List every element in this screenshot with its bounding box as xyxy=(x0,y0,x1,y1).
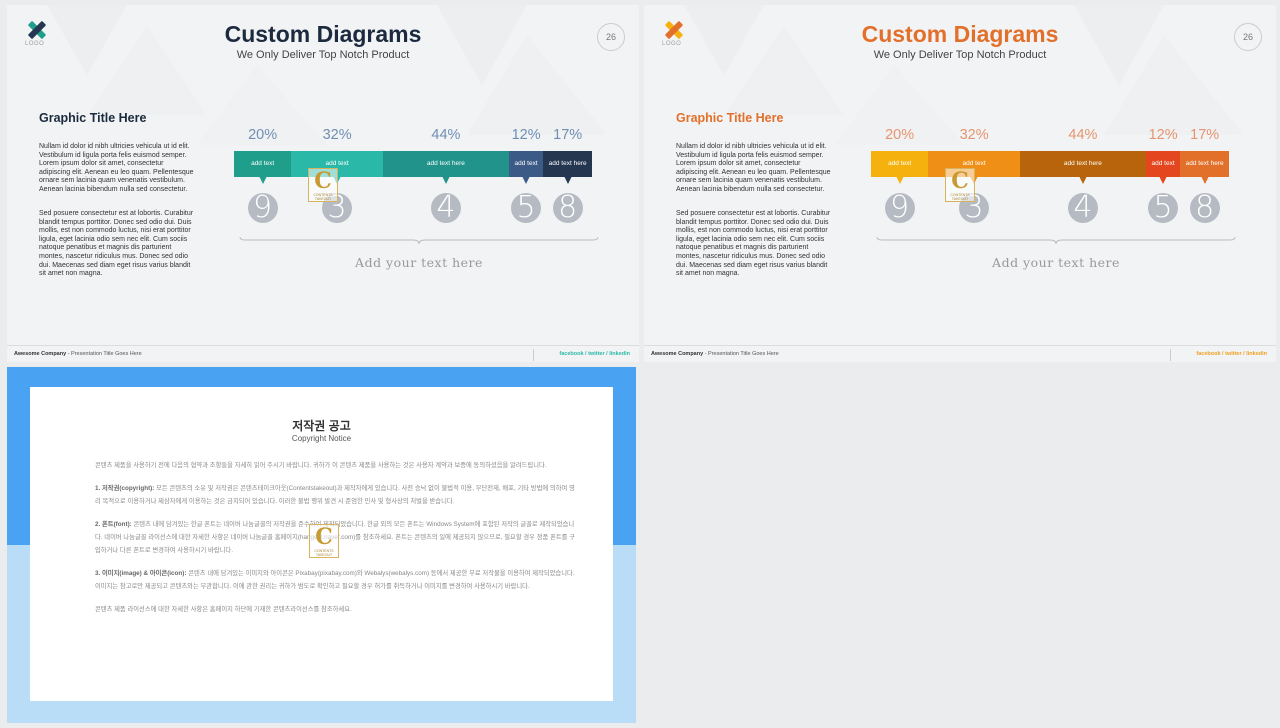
footer-company: Awesome Company - Presentation Title Goe… xyxy=(14,351,142,357)
copyright-para-1: 1. 저작권(copyright): 모든 콘텐츠의 소유 및 저작권은 콘텐츠… xyxy=(95,485,575,505)
graphic-title: Graphic Title Here xyxy=(39,111,147,125)
segment-4[interactable]: add text xyxy=(1145,151,1181,184)
watermark-text: CONTENTS TAKEOUT xyxy=(950,193,970,201)
segment-3[interactable]: add text here xyxy=(1019,151,1146,184)
segment-percent: 32% xyxy=(959,127,989,143)
segment-percent: 32% xyxy=(322,127,352,143)
footer-divider xyxy=(1170,349,1171,361)
percent-bar: add text add text add text here add text add… xyxy=(234,151,592,184)
segment-percent: 17% xyxy=(1190,127,1220,143)
segment-pointer xyxy=(258,176,267,184)
page-number: 26 xyxy=(597,23,625,51)
segment-label: add text here xyxy=(1185,160,1224,167)
watermark-letter: C xyxy=(314,168,332,194)
segment-1[interactable]: add text xyxy=(234,151,292,184)
add-your-text[interactable]: Add your text here xyxy=(876,255,1236,270)
twitter-link[interactable]: twitter xyxy=(1225,351,1242,357)
body-paragraph-1: Nullam id dolor id nibh ultricies vehicu… xyxy=(676,143,831,193)
segment-pointer xyxy=(895,176,904,184)
watermark-text: CONTENTS TAKEOUT xyxy=(313,193,333,201)
segment-label: add text xyxy=(251,160,275,167)
segment-label: add text here xyxy=(1063,160,1102,167)
segment-1[interactable]: add text xyxy=(871,151,929,184)
segment-percent: 20% xyxy=(885,127,915,143)
segment-pointer xyxy=(1200,176,1209,184)
segment-label: add text here xyxy=(548,160,587,167)
copyright-title: 저작권 공고 xyxy=(292,419,351,433)
copyright-outro: 콘텐츠 제품 라이선스에 대한 자세한 사항은 홈페이지 하단에 기재한 콘텐츠… xyxy=(95,606,352,613)
segment-label: add text here xyxy=(426,160,465,167)
segment-percent: 44% xyxy=(431,127,461,143)
segment-3[interactable]: add text here xyxy=(382,151,509,184)
linkedin-link[interactable]: linkedin xyxy=(609,351,630,357)
watermark-logo: C CONTENTS TAKEOUT xyxy=(308,168,338,202)
number-circle: 8 xyxy=(1189,193,1220,223)
slide-title: Custom Diagrams xyxy=(861,21,1059,47)
footer-divider xyxy=(533,349,534,361)
copyright-intro: 콘텐츠 제품을 사용하기 전에 다음의 협약과 조항들을 자세히 읽어 주시기 … xyxy=(95,462,547,469)
footer-social-links: facebook / twitter / linkedin xyxy=(559,351,630,357)
segment-percent: 44% xyxy=(1068,127,1098,143)
watermark-text: CONTENTS TAKEOUT xyxy=(314,549,334,557)
body-paragraph-1: Nullam id dolor id nibh ultricies vehicu… xyxy=(39,143,194,193)
linkedin-link[interactable]: linkedin xyxy=(1246,351,1267,357)
number-circle: 5 xyxy=(1148,193,1179,223)
slide-title: Custom Diagrams xyxy=(224,21,422,47)
facebook-link[interactable]: facebook xyxy=(1196,351,1220,357)
segment-label: add text xyxy=(1151,160,1175,167)
segment-4[interactable]: add text xyxy=(508,151,544,184)
copyright-para-3: 3. 이미지(image) & 아이콘(icon): 콘텐츠 내에 담겨있는 이… xyxy=(95,570,575,590)
watermark-logo: C CONTENTS TAKEOUT xyxy=(309,524,339,558)
segment-5[interactable]: add text here xyxy=(1180,151,1229,184)
segment-pointer xyxy=(522,176,531,184)
slide-footer: Awesome Company - Presentation Title Goe… xyxy=(644,345,1276,362)
graphic-title: Graphic Title Here xyxy=(676,111,784,125)
segment-pointer xyxy=(1159,176,1168,184)
bracket-line xyxy=(239,237,599,245)
slide-orange-theme[interactable]: LOGO Custom Diagrams We Only Deliver Top N… xyxy=(644,5,1276,362)
body-paragraph-2: Sed posuere consectetur est at lobortis.… xyxy=(676,210,831,278)
segment-label: add text xyxy=(514,160,538,167)
number-circle: 5 xyxy=(511,193,542,223)
segment-label: add text xyxy=(325,160,349,167)
number-circle: 9 xyxy=(884,193,915,223)
facebook-link[interactable]: facebook xyxy=(559,351,583,357)
segment-label: add text xyxy=(888,160,912,167)
percent-bar: add text add text add text here add text add… xyxy=(871,151,1229,184)
slide-subtitle: We Only Deliver Top Notch Product xyxy=(236,49,410,61)
page-number: 26 xyxy=(1234,23,1262,51)
add-your-text[interactable]: Add your text here xyxy=(239,255,599,270)
footer-social-links: facebook / twitter / linkedin xyxy=(1196,351,1267,357)
copyright-slide[interactable]: 저작권 공고 Copyright Notice 콘텐츠 제품을 사용하기 전에 … xyxy=(7,367,636,723)
bracket-line xyxy=(876,237,1236,245)
number-circle: 9 xyxy=(247,193,278,223)
watermark-letter: C xyxy=(951,168,969,194)
twitter-link[interactable]: twitter xyxy=(588,351,605,357)
slide-footer: Awesome Company - Presentation Title Goe… xyxy=(7,345,639,362)
segment-pointer xyxy=(1078,176,1087,184)
copyright-card: 저작권 공고 Copyright Notice 콘텐츠 제품을 사용하기 전에 … xyxy=(30,387,613,701)
segment-pointer xyxy=(563,176,572,184)
footer-company: Awesome Company - Presentation Title Goe… xyxy=(651,351,779,357)
segment-percent: 20% xyxy=(248,127,278,143)
slide-subtitle: We Only Deliver Top Notch Product xyxy=(873,49,1047,61)
segment-pointer xyxy=(441,176,450,184)
watermark-logo: C CONTENTS TAKEOUT xyxy=(945,168,975,202)
number-circle: 4 xyxy=(430,193,461,223)
segment-percent: 17% xyxy=(553,127,583,143)
watermark-letter: C xyxy=(315,524,333,550)
number-circle: 4 xyxy=(1067,193,1098,223)
slide-dark-theme[interactable]: LOGO Custom Diagrams We Only Deliver Top N… xyxy=(7,5,639,362)
segment-label: add text xyxy=(962,160,986,167)
segment-5[interactable]: add text here xyxy=(543,151,592,184)
number-circle: 8 xyxy=(552,193,583,223)
body-paragraph-2: Sed posuere consectetur est at lobortis.… xyxy=(39,210,194,278)
copyright-subtitle: Copyright Notice xyxy=(291,434,352,443)
